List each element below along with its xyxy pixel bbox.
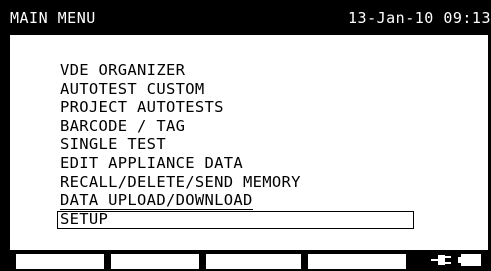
date-time: 13-Jan-10 09:13 [348, 9, 491, 27]
menu-item-setup[interactable]: SETUP [57, 209, 414, 229]
menu-item-label: DATA UPLOAD/DOWNLOAD [60, 191, 253, 211]
menu-panel: VDE ORGANIZER AUTOTEST CUSTOM PROJECT AU… [9, 34, 489, 251]
menu-item-label: VDE ORGANIZER [60, 61, 186, 79]
menu-item-label: PROJECT AUTOTESTS [60, 98, 224, 117]
menu-item-data-upload-download[interactable]: DATA UPLOAD/DOWNLOAD [60, 191, 301, 211]
menu-item-edit-appliance-data[interactable]: EDIT APPLIANCE DATA [60, 154, 301, 173]
menu-item-recall-delete-send-memory[interactable]: RECALL/DELETE/SEND MEMORY [60, 173, 301, 192]
mains-plug-icon [431, 253, 453, 271]
menu-item-label: RECALL/DELETE/SEND MEMORY [60, 172, 301, 191]
header-bar: MAIN MENU 13-Jan-10 09:13 [6, 6, 491, 32]
device-screen: MAIN MENU 13-Jan-10 09:13 VDE ORGANIZER … [6, 6, 491, 269]
menu-item-label: SINGLE TEST [60, 135, 166, 154]
menu-item-label: SETUP [60, 209, 109, 228]
menu-item-single-test[interactable]: SINGLE TEST [60, 135, 301, 154]
function-key-4[interactable] [308, 254, 406, 269]
menu-item-label: EDIT APPLIANCE DATA [60, 153, 244, 172]
menu-item-project-autotests[interactable]: PROJECT AUTOTESTS [60, 98, 301, 117]
function-key-1[interactable] [16, 254, 104, 269]
menu-item-autotest-custom[interactable]: AUTOTEST CUSTOM [60, 80, 301, 99]
function-key-bar [6, 251, 491, 269]
menu-item-label: AUTOTEST CUSTOM [60, 79, 205, 98]
menu-item-vde-organizer[interactable]: VDE ORGANIZER [60, 61, 301, 80]
menu-item-label: BARCODE / TAG [60, 116, 186, 135]
page-title: MAIN MENU [10, 9, 96, 27]
selection-cursor [57, 210, 414, 229]
menu-item-barcode-tag[interactable]: BARCODE / TAG [60, 117, 301, 136]
battery-icon [458, 253, 484, 271]
function-key-2[interactable] [111, 254, 199, 269]
function-key-3[interactable] [206, 254, 301, 269]
main-menu-list: VDE ORGANIZER AUTOTEST CUSTOM PROJECT AU… [57, 61, 414, 229]
